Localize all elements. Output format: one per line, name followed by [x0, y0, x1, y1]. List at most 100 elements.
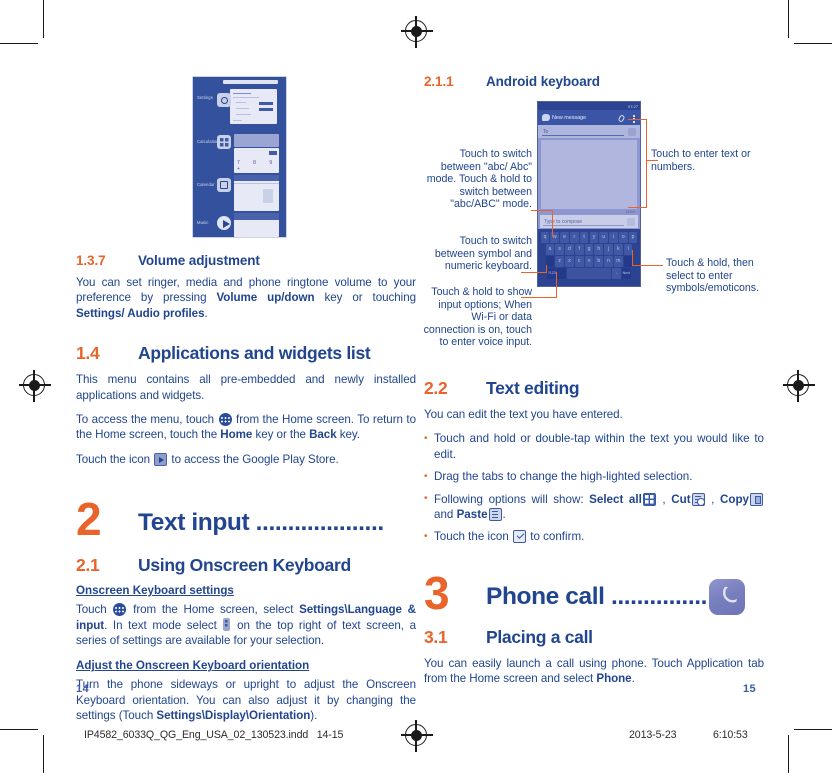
leader-line-symbols-emoticons: [633, 265, 663, 267]
cut-icon: [691, 492, 705, 506]
chapter-number: 3: [424, 566, 450, 619]
key[interactable]: b: [594, 256, 604, 267]
paragraph-text-editing: You can edit the text you have entered.: [424, 408, 623, 421]
page-number-left: 14: [76, 683, 90, 695]
key[interactable]: m: [614, 256, 623, 267]
heading-number: 2.2: [424, 378, 448, 398]
subheading-keyboard-orientation: Adjust the Onscreen Keyboard orientation: [76, 659, 310, 673]
crop-mark-tr-h: [794, 43, 832, 45]
paragraph-apps-intro: This menu contains all pre-embedded and …: [76, 373, 416, 402]
recipient-field[interactable]: To: [538, 125, 640, 138]
key[interactable]: e: [560, 232, 569, 243]
send-button[interactable]: [627, 218, 635, 226]
text: .: [204, 306, 208, 320]
key[interactable]: y: [589, 232, 599, 243]
key[interactable]: z: [555, 256, 564, 267]
leader-line-symbols-emoticons-v: [632, 250, 634, 266]
leader-line-input-options-v: [556, 272, 558, 298]
key[interactable]: p: [628, 232, 638, 243]
bold-select-all: Select all: [589, 492, 642, 506]
list-item: Drag the tabs to change the high-lighted…: [424, 469, 764, 485]
key[interactable]: f: [574, 244, 584, 255]
compose-field[interactable]: Type to compose: [540, 215, 638, 228]
next-key[interactable]: Next: [621, 268, 631, 279]
text: .: [631, 672, 635, 686]
key[interactable]: k: [614, 244, 623, 255]
text: ,: [656, 492, 672, 506]
text: and: [434, 508, 457, 522]
key[interactable]: a: [545, 244, 555, 255]
text: To access the menu, touch: [76, 413, 218, 427]
text-editing-bullets: Touch and hold or double-tap within the …: [424, 431, 764, 545]
crop-mark-br-h: [794, 728, 832, 730]
key[interactable]: n: [604, 256, 613, 267]
chapter-title: Text input ....................: [138, 509, 384, 537]
chapter-3-heading: 3 Phone call ...............: [424, 566, 764, 619]
key[interactable]: j: [604, 244, 613, 255]
action-bar: New message: [538, 110, 640, 125]
list-item: Touch the icon to confirm.: [424, 529, 764, 545]
key[interactable]: g: [584, 244, 594, 255]
onscreen-keyboard[interactable]: q w e r t y u i o p a s d f g h j k l z …: [538, 229, 640, 286]
footer-date: 2013-5-23: [629, 729, 677, 741]
all-apps-icon: [218, 413, 232, 427]
period-key[interactable]: .: [612, 268, 621, 279]
all-apps-icon: [113, 603, 127, 617]
attach-icon: [617, 114, 626, 123]
text: Touch: [76, 603, 113, 617]
key[interactable]: x: [565, 256, 574, 267]
text: key or the: [252, 428, 310, 442]
subheading-keyboard-settings: Onscreen Keyboard settings: [76, 584, 234, 598]
key[interactable]: i: [609, 232, 618, 243]
key[interactable]: u: [599, 232, 608, 243]
keyboard-row-4[interactable]: ?123 . Next: [538, 268, 640, 279]
crop-mark-bl-h: [0, 728, 38, 730]
leader-line-enter-text-h2: [628, 207, 647, 209]
message-body-area[interactable]: [541, 140, 637, 209]
text: to confirm.: [527, 530, 585, 544]
keyboard-row-2[interactable]: a s d f g h j k l: [538, 244, 640, 255]
key[interactable]: o: [618, 232, 628, 243]
character-counter: 160/1: [625, 210, 635, 214]
text: Following options will show:: [434, 492, 590, 506]
google-play-icon: [154, 452, 168, 466]
bold-settings-display-orientation: Settings\Display\Orientation: [156, 709, 311, 723]
paragraph-play-store: Touch the icon to access the Google Play…: [76, 452, 416, 467]
text: key.: [336, 428, 360, 442]
key[interactable]: r: [570, 232, 579, 243]
key[interactable]: d: [565, 244, 574, 255]
leader-line-abc-v: [552, 210, 554, 237]
bold-copy: Copy: [720, 492, 749, 506]
footer-file-text: IP4582_6033Q_QG_Eng_USA_02_130523.indd: [84, 729, 309, 741]
microphone-key[interactable]: [557, 268, 566, 279]
chapter-title: Phone call ...............: [486, 582, 708, 610]
add-contact-icon[interactable]: [628, 128, 636, 136]
space-key[interactable]: [567, 268, 611, 279]
key[interactable]: q: [540, 232, 550, 243]
heading-3-1: 3.1 Placing a call: [424, 627, 764, 648]
heading-number: 2.1.1: [424, 74, 454, 89]
right-column: 2.1.1 Android keyboard: [424, 62, 764, 96]
crop-mark-tl-h: [0, 43, 38, 45]
text: You can easily launch a call using phone…: [424, 656, 764, 686]
heading-2-1-1: 2.1.1 Android keyboard: [424, 74, 764, 89]
symbols-key[interactable]: ?123: [547, 268, 557, 279]
select-all-icon: [642, 492, 656, 506]
paragraph-placing-call: You can easily launch a call using phone…: [424, 656, 764, 687]
key[interactable]: h: [594, 244, 604, 255]
key[interactable]: v: [584, 256, 594, 267]
heading-title: Text editing: [486, 378, 580, 398]
right-column-lower: 2.2 Text editing You can edit the text y…: [424, 378, 764, 687]
key[interactable]: s: [555, 244, 564, 255]
registration-mark-bottom: [401, 720, 433, 752]
heading-title: Volume adjustment: [138, 253, 260, 268]
text: . In text mode select: [104, 618, 223, 632]
left-column: 1.3.7 Volume adjustment You can set ring…: [76, 62, 416, 724]
status-bar-time: 07:27: [627, 103, 638, 109]
key[interactable]: c: [574, 256, 584, 267]
heading-title: Applications and widgets list: [138, 343, 371, 364]
key[interactable]: t: [579, 232, 589, 243]
keyboard-row-3[interactable]: z x c v b n m: [538, 256, 640, 267]
text: ,: [705, 492, 721, 506]
text: key or touching: [314, 291, 416, 305]
